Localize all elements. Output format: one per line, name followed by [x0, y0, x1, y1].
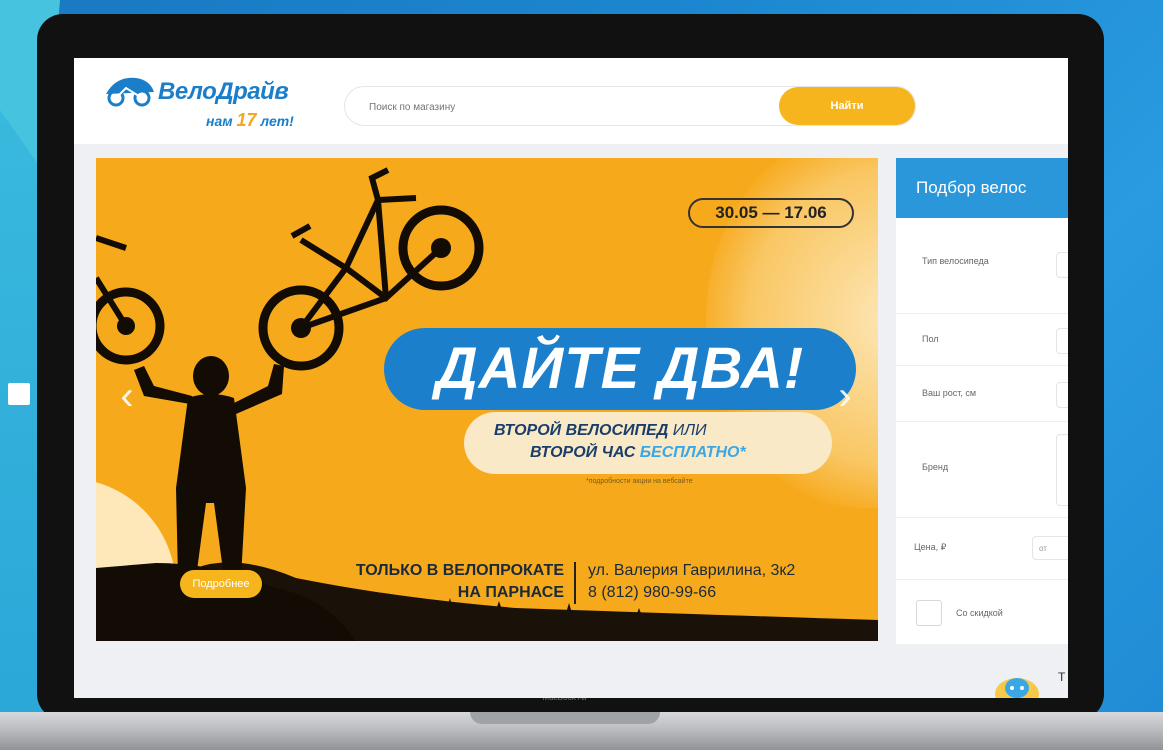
filter-gender-select[interactable] [1056, 328, 1068, 354]
sub-line-1-a: ВТОРОЙ ВЕЛОСИПЕД [494, 422, 669, 439]
promo-line-2: НА ПАРНАСЕ [457, 584, 564, 601]
bike-logo-icon [106, 77, 154, 107]
promo-location: ТОЛЬКО В ВЕЛОПРОКАТЕ НА ПАРНАСЕ [292, 560, 564, 604]
sub-line-2-a: ВТОРОЙ ЧАС [530, 444, 636, 461]
background-square [8, 383, 30, 405]
search-input[interactable] [367, 97, 751, 117]
site-logo[interactable]: ВелоДрайв нам 17 лет! [102, 70, 317, 132]
filter-type-label: Тип велосипеда [922, 256, 989, 266]
promo-contacts: ул. Валерия Гаврилина, 3к2 8 (812) 980-9… [588, 560, 868, 604]
carousel-prev-icon[interactable]: ‹ [114, 376, 140, 416]
filter-row-sale: Со скидкой [896, 580, 1068, 644]
filter-sale-checkbox[interactable] [916, 600, 942, 626]
filter-gender-label: Пол [922, 334, 939, 344]
filter-row-gender: Пол [896, 314, 1068, 366]
sub-line-1: ВТОРОЙ ВЕЛОСИПЕД ИЛИ [494, 422, 707, 440]
promo-address: ул. Валерия Гаврилина, 3к2 [588, 562, 796, 579]
filter-type-select[interactable] [1056, 252, 1068, 278]
filter-sale-label: Со скидкой [956, 608, 1003, 618]
website-screen: ВелоДрайв нам 17 лет! Найти [74, 58, 1068, 698]
laptop-notch [470, 712, 660, 724]
tagline-number: 17 [236, 110, 257, 130]
filter-row-brand: Бренд [896, 422, 1068, 518]
search-bar: Найти [344, 86, 916, 126]
sub-line-1-b: ИЛИ [672, 422, 707, 439]
logo-tagline: нам 17 лет! [206, 110, 294, 131]
promo-divider [574, 562, 576, 604]
filter-brand-label: Бренд [922, 462, 949, 472]
site-header: ВелоДрайв нам 17 лет! Найти [74, 58, 1068, 144]
banner-subheadline: ВТОРОЙ ВЕЛОСИПЕД ИЛИ ВТОРОЙ ЧАС БЕСПЛАТН… [464, 412, 832, 474]
filter-title: Подбор велос [896, 158, 1068, 218]
promo-banner[interactable]: 30.05 — 17.06 ДАЙТЕ ДВА! ВТОРОЙ ВЕЛОСИПЕ… [96, 158, 878, 641]
logo-text: ВелоДрайв [158, 78, 289, 105]
filter-row-type: Тип велосипеда [896, 218, 1068, 314]
more-details-button[interactable]: Подробнее [180, 570, 262, 598]
promo-line-1: ТОЛЬКО В ВЕЛОПРОКАТЕ [355, 562, 564, 579]
chat-label: Т [1058, 670, 1066, 684]
filter-price-label: Цена, ₽ [914, 542, 947, 552]
filter-brand-list[interactable] [1056, 434, 1068, 506]
filter-height-label: Ваш рост, см [922, 388, 977, 398]
filter-height-input[interactable] [1056, 382, 1068, 408]
tagline-pre: нам [206, 113, 233, 129]
banner-headline: ДАЙТЕ ДВА! [384, 328, 856, 410]
date-range-badge: 30.05 — 17.06 [688, 198, 854, 228]
banner-footnote: *подробности акции на вебсайте [586, 478, 693, 485]
filter-row-price: Цена, ₽ от [896, 518, 1068, 580]
sub-line-2-b: БЕСПЛАТНО* [639, 444, 746, 461]
chat-icon[interactable] [994, 670, 1040, 698]
filter-price-from-input[interactable]: от [1032, 536, 1068, 560]
filter-row-height: Ваш рост, см [896, 366, 1068, 422]
tagline-post: лет! [260, 113, 294, 129]
promo-phone[interactable]: 8 (812) 980-99-66 [588, 582, 868, 604]
carousel-next-icon[interactable]: › [832, 376, 858, 416]
search-button[interactable]: Найти [779, 87, 915, 125]
sub-line-2: ВТОРОЙ ЧАС БЕСПЛАТНО* [530, 444, 746, 462]
bike-filter-panel: Подбор велос Тип велосипеда Пол Ваш рост… [896, 158, 1068, 644]
